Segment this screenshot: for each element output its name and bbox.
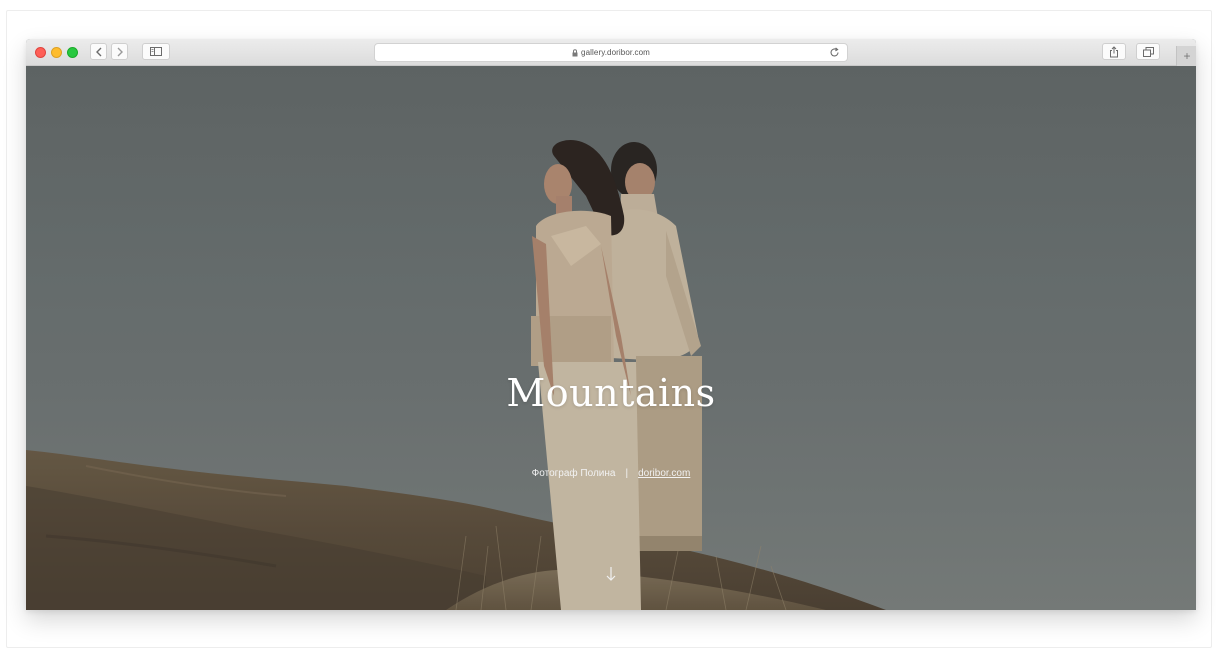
- address-text-wrap: gallery.doribor.com: [375, 44, 847, 61]
- reload-icon[interactable]: [830, 47, 840, 58]
- tabs-button[interactable]: [1136, 43, 1160, 60]
- photographer-credit: Фотограф Полина: [531, 468, 616, 479]
- url-text: gallery.doribor.com: [581, 48, 650, 57]
- sidebar-icon: [150, 47, 162, 56]
- hero-overlay: [26, 66, 1196, 610]
- hero-section: Mountains Фотограф Полина | doribor.com: [26, 66, 1196, 610]
- back-button[interactable]: [90, 43, 107, 60]
- chevron-right-icon: [117, 47, 123, 56]
- sidebar-button[interactable]: [142, 43, 170, 60]
- zoom-window-button[interactable]: [67, 47, 78, 58]
- share-button[interactable]: [1102, 43, 1126, 60]
- address-bar[interactable]: gallery.doribor.com: [374, 43, 848, 62]
- browser-window: gallery.doribor.com + Mountains Фотограф…: [26, 39, 1196, 610]
- arrow-down-icon[interactable]: [605, 566, 617, 582]
- tabs-icon: [1142, 46, 1154, 57]
- site-link[interactable]: doribor.com: [638, 468, 690, 479]
- minimize-window-button[interactable]: [51, 47, 62, 58]
- share-icon: [1110, 45, 1118, 57]
- chevron-left-icon: [95, 47, 101, 56]
- lock-icon: [572, 48, 578, 56]
- hero-subtitle: Фотограф Полина | doribor.com: [26, 468, 1196, 479]
- subtitle-separator: |: [625, 468, 629, 479]
- plus-icon: +: [1183, 49, 1191, 63]
- hero-title: Mountains: [506, 371, 716, 415]
- forward-button[interactable]: [111, 43, 128, 60]
- new-tab-button[interactable]: +: [1176, 46, 1196, 66]
- browser-toolbar: gallery.doribor.com +: [26, 39, 1196, 66]
- close-window-button[interactable]: [35, 47, 46, 58]
